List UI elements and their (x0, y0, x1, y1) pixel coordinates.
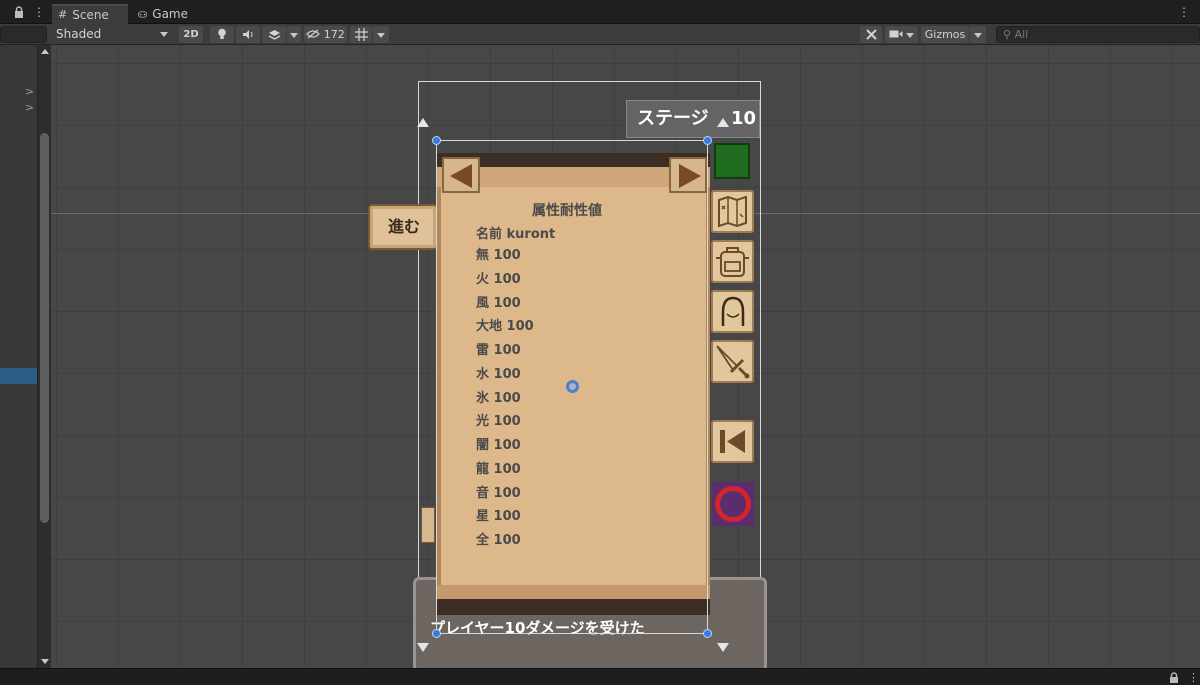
dagger-icon (716, 345, 750, 379)
unity-editor: ⋮ # Scene Game ⋮ Shaded 2D 172 Gizmos ⚲ … (0, 0, 1200, 685)
rewind-button[interactable] (711, 420, 754, 463)
hierarchy-scrollbar[interactable] (37, 45, 51, 668)
selected-hierarchy-item[interactable] (0, 368, 38, 384)
anchor-top-left-icon[interactable] (417, 118, 429, 127)
tab-scene[interactable]: # Scene (52, 4, 128, 24)
hierarchy-panel: > > (0, 45, 38, 668)
stage-label: ステージ (637, 108, 709, 129)
kebab-menu-icon[interactable]: ⋮ (1188, 671, 1199, 684)
lock-icon[interactable] (14, 6, 24, 18)
record-button[interactable] (712, 482, 754, 526)
inventory-button[interactable] (711, 240, 754, 283)
chevron-down-icon (290, 32, 298, 38)
map-icon (718, 195, 747, 228)
toggle-2d-button[interactable]: 2D (179, 26, 203, 43)
resize-handle-top-right[interactable] (703, 136, 712, 145)
equipment-button[interactable] (711, 340, 754, 383)
eye-slash-icon (306, 29, 321, 39)
chevron-right-icon[interactable]: > (25, 101, 34, 114)
audio-toggle-button[interactable] (236, 26, 260, 43)
effects-toggle-button[interactable] (262, 26, 286, 43)
scroll-up-icon[interactable] (41, 49, 49, 54)
skip-back-icon (720, 430, 745, 453)
map-button[interactable] (711, 190, 754, 233)
gizmos-button[interactable]: Gizmos (921, 26, 969, 43)
chevron-down-icon (974, 32, 982, 38)
tools-icon (865, 29, 877, 40)
profile-head-icon (721, 296, 745, 326)
tab-game[interactable]: Game (132, 4, 198, 24)
backpack-icon (716, 247, 749, 277)
scene-visibility-button[interactable]: 172 (304, 26, 347, 43)
anchor-top-right-icon[interactable] (717, 118, 729, 127)
scene-toolbar: Shaded 2D 172 Gizmos ⚲ All (0, 24, 1200, 45)
grid-snap-icon (354, 28, 368, 41)
tab-strip: ⋮ # Scene Game ⋮ (0, 0, 1200, 24)
side-tab-button[interactable] (421, 507, 435, 543)
layers-icon (268, 30, 280, 40)
tools-button[interactable] (860, 26, 882, 43)
tab-game-label: Game (152, 7, 188, 21)
resize-handle-bottom-right[interactable] (703, 629, 712, 638)
scroll-down-icon[interactable] (41, 659, 49, 664)
green-square-image (714, 143, 750, 179)
resize-handle-top-left[interactable] (432, 136, 441, 145)
speaker-icon (242, 30, 252, 39)
gamepad-icon (138, 11, 148, 17)
gizmos-dropdown[interactable] (970, 26, 986, 43)
kebab-menu-icon[interactable]: ⋮ (33, 6, 45, 18)
stage-number: 10 (731, 108, 757, 129)
chevron-down-icon (906, 32, 915, 38)
lightbulb-icon (218, 28, 226, 39)
search-placeholder: All (1014, 28, 1029, 41)
anchor-bottom-right-icon[interactable] (717, 643, 729, 652)
lighting-toggle-button[interactable] (210, 26, 234, 43)
hidden-count: 172 (323, 28, 345, 41)
camera-dropdown[interactable] (885, 26, 918, 43)
chevron-down-icon (160, 32, 168, 37)
pivot-handle[interactable] (566, 380, 579, 393)
anchor-bottom-left-icon[interactable] (417, 643, 429, 652)
grid-toggle-button[interactable] (350, 26, 372, 43)
stage-indicator: ステージ 10 (626, 100, 760, 138)
tab-scene-label: Scene (72, 8, 109, 22)
chevron-down-icon (377, 32, 385, 38)
grid-dropdown[interactable] (373, 26, 389, 43)
grid-icon: # (58, 8, 68, 21)
search-icon: ⚲ (1003, 28, 1012, 41)
red-ring-icon (715, 486, 751, 522)
character-button[interactable] (711, 290, 754, 333)
status-bar: ⋮ (0, 668, 1200, 685)
advance-button[interactable]: 進む (368, 204, 438, 250)
effects-dropdown[interactable] (287, 26, 301, 43)
scene-search-input[interactable]: ⚲ All (996, 26, 1200, 43)
window-menu-icon[interactable]: ⋮ (1178, 6, 1190, 18)
camera-icon (889, 30, 903, 38)
draw-mode-dropdown[interactable]: Shaded (52, 25, 174, 44)
chevron-right-icon[interactable]: > (25, 85, 34, 98)
advance-button-label: 進む (388, 217, 421, 236)
lock-icon[interactable] (1169, 672, 1179, 683)
draw-mode-label: Shaded (56, 27, 102, 41)
scene-view[interactable]: ステージ 10 進む 属性耐性値 名前 kuront 無 100 火 100 風… (51, 45, 1200, 668)
scrollbar-thumb[interactable] (40, 133, 49, 523)
hierarchy-search-field[interactable] (0, 26, 47, 43)
resize-handle-bottom-left[interactable] (432, 629, 441, 638)
